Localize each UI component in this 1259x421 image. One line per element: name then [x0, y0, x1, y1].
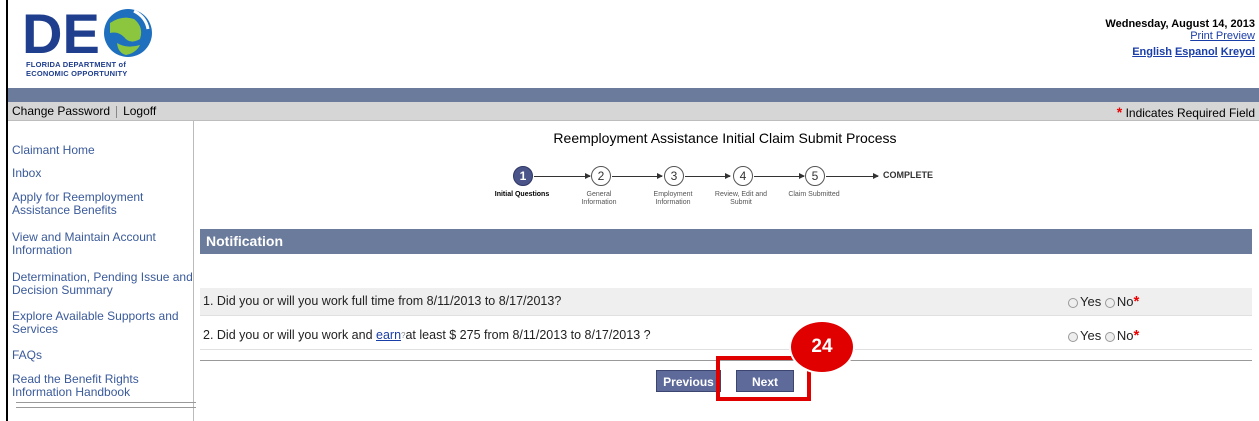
question-2-no-label: No [1116, 328, 1134, 343]
sidebar-item-account[interactable]: View and Maintain Account Information [12, 231, 190, 257]
sidebar-nav: Claimant Home Inbox Apply for Reemployme… [8, 121, 197, 421]
language-links: English Espanol Kreyol [1132, 42, 1255, 60]
step-2-circle: 2 [591, 166, 611, 186]
step-arrow [754, 173, 805, 179]
current-date: Wednesday, August 14, 2013 [1105, 18, 1255, 30]
question-1-yes-label: Yes [1080, 294, 1102, 309]
question-row-1: 1. Did you or will you work full time fr… [200, 288, 1252, 316]
step-1-label: Initial Questions [494, 191, 550, 198]
header-band [8, 88, 1259, 102]
question-1-options: Yes No* [1068, 288, 1139, 315]
menu-bar: Change Password Logoff * Indicates Requir… [8, 102, 1259, 121]
step-arrow [534, 173, 591, 179]
question-1-no-radio[interactable] [1104, 297, 1115, 308]
header: DE FLORIDA DEPARTMENT of ECONOMIC OPPORT… [8, 0, 1259, 88]
question-2-suffix: at least $ 275 from 8/11/2013 to 8/17/20… [405, 328, 651, 342]
question-2-text: 2. Did you or will you work and earn?at … [203, 322, 651, 349]
question-1-no-label: No [1116, 294, 1134, 309]
language-kreyol-link[interactable]: Kreyol [1221, 46, 1255, 58]
annotation-badge: 24 [789, 320, 855, 374]
sidebar-item-determination[interactable]: Determination, Pending Issue and Decisio… [12, 271, 197, 297]
sidebar-divider [16, 402, 196, 408]
notification-header: Notification [200, 229, 1252, 254]
step-5-circle: 5 [805, 166, 825, 186]
question-2-yes-radio[interactable] [1068, 331, 1078, 342]
required-field-text: Indicates Required Field [1122, 106, 1255, 120]
language-english-link[interactable]: English [1132, 46, 1172, 58]
deo-logo-mark: DE [22, 2, 152, 65]
progress-steps: 1 2 3 4 5 COMPLETE Initial Questions Gen… [495, 166, 965, 216]
notification-title: Notification [206, 233, 283, 249]
earn-link[interactable]: earn [376, 328, 401, 342]
step-5-label: Claim Submitted [788, 191, 840, 198]
logo-caption-bottom: ECONOMIC OPPORTUNITY [26, 69, 128, 78]
step-arrow [612, 173, 663, 179]
menu-separator [116, 105, 120, 118]
previous-button[interactable]: Previous [656, 370, 721, 392]
logoff-link[interactable]: Logoff [123, 104, 159, 118]
question-2-prefix: 2. Did you or will you work and [203, 328, 376, 342]
svg-text:DE: DE [22, 5, 100, 60]
question-1-required-star: * [1133, 293, 1140, 310]
question-2-options: Yes No* [1068, 322, 1139, 349]
step-complete-label: COMPLETE [883, 170, 934, 180]
question-1-yes-radio[interactable] [1068, 297, 1078, 308]
question-2-no-radio[interactable] [1104, 331, 1115, 342]
step-2-label: General Information [581, 191, 617, 206]
sidebar-item-inbox[interactable]: Inbox [12, 167, 41, 180]
change-password-link[interactable]: Change Password [12, 104, 113, 118]
deo-logo[interactable]: DE FLORIDA DEPARTMENT of ECONOMIC OPPORT… [22, 2, 160, 81]
required-field-note: * Indicates Required Field [1117, 104, 1255, 120]
step-arrow [826, 173, 879, 179]
sidebar-item-apply[interactable]: Apply for Reemployment Assistance Benefi… [12, 191, 187, 217]
step-4-label: Review, Edit and Submit [714, 191, 768, 206]
step-arrow [685, 173, 731, 179]
logo-caption: FLORIDA DEPARTMENT of ECONOMIC OPPORTUNI… [26, 60, 128, 78]
page-title: Reemployment Assistance Initial Claim Su… [553, 130, 897, 146]
question-2-required-star: * [1133, 327, 1140, 344]
step-4-circle: 4 [733, 166, 753, 186]
question-row-2: 2. Did you or will you work and earn?at … [200, 322, 1252, 350]
question-1-text: 1. Did you or will you work full time fr… [203, 294, 562, 308]
step-1-circle: 1 [513, 166, 533, 186]
sidebar-item-supports[interactable]: Explore Available Supports and Services [12, 310, 187, 336]
question-2-yes-label: Yes [1080, 328, 1102, 343]
sidebar-item-faqs[interactable]: FAQs [12, 349, 42, 362]
logo-caption-top: FLORIDA DEPARTMENT of [26, 60, 127, 69]
sidebar-item-handbook[interactable]: Read the Benefit Rights Information Hand… [12, 373, 190, 399]
step-3-circle: 3 [664, 166, 684, 186]
print-preview-link[interactable]: Print Preview [1190, 30, 1255, 42]
step-3-label: Employment Information [653, 191, 693, 206]
language-espanol-link[interactable]: Espanol [1175, 46, 1218, 58]
sidebar-item-claimant-home[interactable]: Claimant Home [12, 144, 95, 157]
